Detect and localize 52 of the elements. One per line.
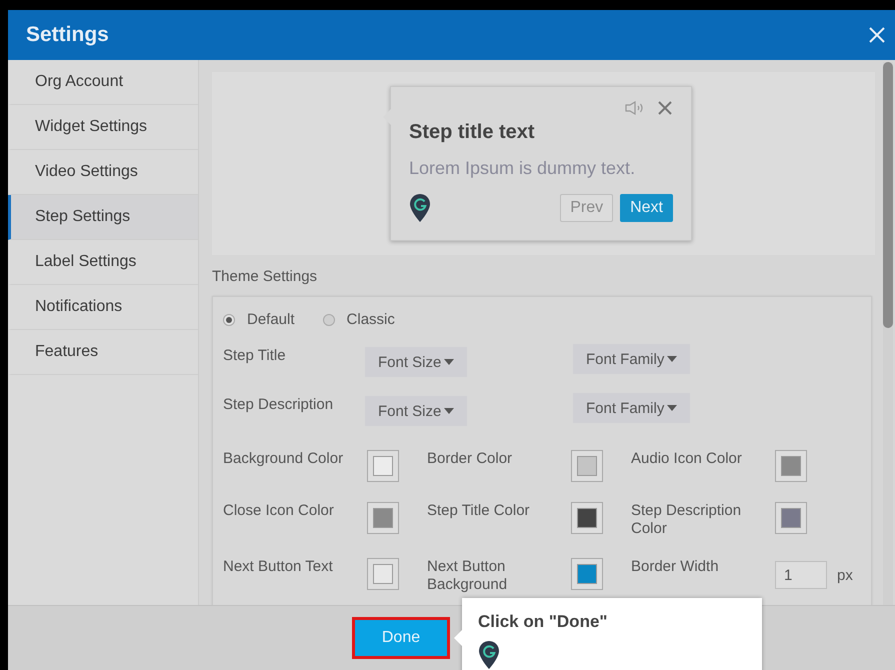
radio-button[interactable] <box>223 314 235 326</box>
color-swatch[interactable] <box>571 558 603 590</box>
field-label: Border Color <box>427 450 512 469</box>
field-label: Step Title Color <box>427 502 530 521</box>
font-family-dropdown[interactable]: Font Family <box>573 344 690 374</box>
caret-icon <box>444 359 454 365</box>
font-family-dropdown[interactable]: Font Family <box>573 393 690 423</box>
unit-label: px <box>837 566 853 584</box>
step-description: Lorem Ipsum is dummy text. <box>409 158 636 179</box>
color-swatch[interactable] <box>571 502 603 534</box>
sidebar-item[interactable]: Notifications <box>8 285 198 330</box>
color-swatch[interactable] <box>775 502 807 534</box>
color-swatch[interactable] <box>367 502 399 534</box>
row-label: Step Title <box>223 347 287 365</box>
caret-icon <box>444 408 454 414</box>
close-icon[interactable] <box>867 25 887 45</box>
scrollbar[interactable] <box>883 62 893 605</box>
number-field[interactable]: 1 <box>775 561 827 589</box>
field-label: Background Color <box>223 450 344 469</box>
field-label: Next Button Background <box>427 558 508 594</box>
field-label: Next Button Text <box>223 558 333 577</box>
pin-logo-icon <box>478 640 500 670</box>
sidebar-item[interactable]: Label Settings <box>8 240 198 285</box>
color-swatch[interactable] <box>367 558 399 590</box>
sidebar-item[interactable]: Step Settings <box>8 195 198 240</box>
sidebar-item[interactable]: Org Account <box>8 60 198 105</box>
color-swatch[interactable] <box>367 450 399 482</box>
radio-button[interactable] <box>322 314 335 326</box>
color-swatch[interactable] <box>775 450 807 482</box>
sidebar-item[interactable]: Widget Settings <box>8 105 198 150</box>
field-label: Close Icon Color <box>223 502 334 521</box>
caret-icon <box>667 356 678 362</box>
speaker-icon[interactable] <box>625 101 645 115</box>
color-swatch[interactable] <box>571 450 603 482</box>
close-icon[interactable] <box>657 100 673 116</box>
pin-logo-icon <box>409 193 431 223</box>
window-title: Settings <box>26 23 109 47</box>
caret-icon <box>667 405 678 411</box>
radio-label: Default <box>247 311 295 328</box>
font-size-dropdown[interactable]: Font Size <box>365 347 468 377</box>
row-label: Step Description <box>223 396 334 414</box>
next-button[interactable]: Next <box>620 194 673 222</box>
field-label: Border Width <box>631 558 719 577</box>
field-label: Step Description Color <box>631 502 742 538</box>
section-heading: Theme Settings <box>212 268 318 285</box>
tooltip-text: Click on "Done" <box>478 612 608 632</box>
font-size-dropdown[interactable]: Font Size <box>365 396 468 426</box>
field-label: Audio Icon Color <box>631 450 742 469</box>
radio-label: Classic <box>346 311 395 328</box>
scrollbar-thumb[interactable] <box>883 62 893 328</box>
sidebar-item[interactable]: Features <box>8 330 198 375</box>
step-title: Step title text <box>409 121 536 144</box>
